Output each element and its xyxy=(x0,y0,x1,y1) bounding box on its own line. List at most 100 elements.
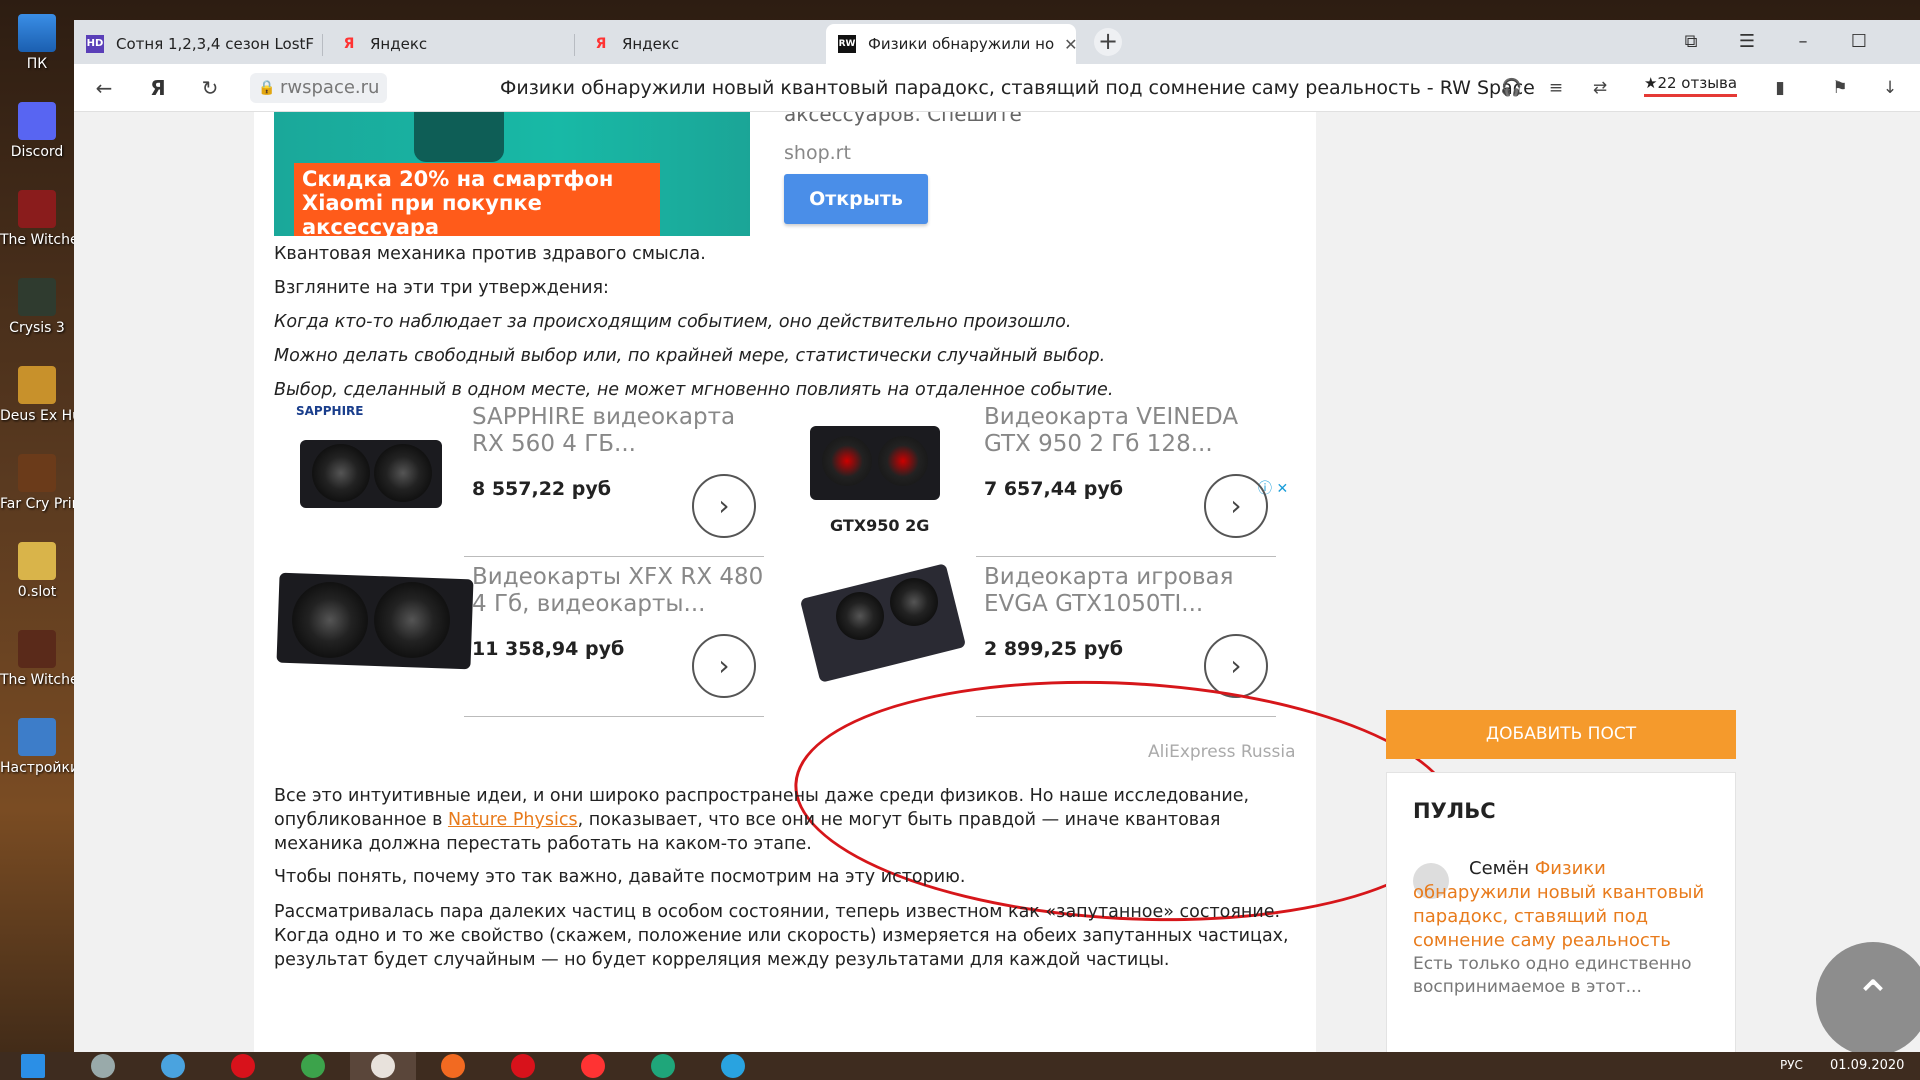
headphones-icon[interactable]: 🎧 xyxy=(1496,72,1528,104)
desktop-icon-slot[interactable]: 0.slot xyxy=(0,542,74,602)
graphics-card-image xyxy=(799,563,967,683)
tab-rwspace[interactable]: RW Физики обнаружили но ✕ xyxy=(826,24,1076,64)
taskbar-app[interactable] xyxy=(140,1052,206,1080)
back-arrow-icon[interactable]: ← xyxy=(88,72,120,104)
tab-yandex-2[interactable]: Я Яндекс xyxy=(580,24,820,64)
clock-date[interactable]: 01.09.2020 xyxy=(1830,1058,1904,1073)
phone-image xyxy=(414,112,504,162)
rwspace-favicon: RW xyxy=(838,35,856,53)
desktop-icon-label: Deus Ex Human R xyxy=(0,408,74,424)
ad-product-price: 11 358,94 руб xyxy=(472,638,625,660)
deus-ex-icon xyxy=(18,366,56,404)
opera-gx-icon xyxy=(511,1054,535,1078)
pulse-post-link[interactable]: Физики обнаружили новый квантовый парадо… xyxy=(1413,858,1704,951)
minimize-icon[interactable]: – xyxy=(1780,26,1826,58)
desktop-icon-settings[interactable]: Настройки 4 xyxy=(0,718,74,778)
chevron-right-icon[interactable]: › xyxy=(1204,634,1268,698)
fan-image xyxy=(374,582,450,658)
desktop-icon-label: Far Cry Prim xyxy=(0,496,74,512)
lock-icon: 🔒 xyxy=(258,80,276,96)
pulse-entry: Семён Физики обнаружили новый квантовый … xyxy=(1413,857,1723,953)
crysis-icon xyxy=(18,278,56,316)
divider xyxy=(464,716,764,717)
download-icon[interactable]: ↓ xyxy=(1874,72,1906,104)
tab-yandex-1[interactable]: Я Яндекс xyxy=(328,24,568,64)
scroll-to-top-button[interactable]: ⌃ xyxy=(1816,942,1920,1052)
bookmark-icon[interactable]: ▮ xyxy=(1764,72,1796,104)
ad-product-card[interactable]: Видеокарты XFX RX 480 4 Гб, видеокарты..… xyxy=(266,556,786,717)
tab-label: Сотня 1,2,3,4 сезон LostFil xyxy=(116,35,314,53)
fan-image xyxy=(292,582,368,658)
ad-banner-image[interactable]: Скидка 20% на смартфон Xiaomi при покупк… xyxy=(274,112,750,236)
desktop-icon-witcher[interactable]: The Witcher Wild Hun xyxy=(0,190,74,250)
language-indicator[interactable]: РУС xyxy=(1780,1058,1803,1072)
start-button[interactable] xyxy=(0,1052,66,1080)
product-thumbnail xyxy=(778,556,978,706)
desktop-icon-crysis[interactable]: Crysis 3 xyxy=(0,278,74,338)
bookmarks-icon[interactable]: ⧉ xyxy=(1668,26,1714,58)
fan-image xyxy=(890,578,938,626)
taskbar-app[interactable] xyxy=(420,1052,486,1080)
ad-product-price: 2 899,25 руб xyxy=(984,638,1124,660)
paragraph: Чтобы понять, почему это так важно, дава… xyxy=(274,867,966,887)
taskbar-app[interactable] xyxy=(630,1052,696,1080)
desktop-icon-label: ПК xyxy=(26,56,48,72)
maximize-icon[interactable]: ☐ xyxy=(1836,26,1882,58)
translate-icon[interactable]: ⇄ xyxy=(1584,72,1616,104)
desktop-icon-witcher-assassins[interactable]: The Witcher - Assassin xyxy=(0,630,74,690)
tab-separator xyxy=(322,34,323,56)
firefox-icon xyxy=(441,1054,465,1078)
reload-icon[interactable]: ↻ xyxy=(194,72,226,104)
taskbar-app[interactable] xyxy=(560,1052,626,1080)
desktop-icon-far-cry[interactable]: Far Cry Prim xyxy=(0,454,74,514)
tab-label: Физики обнаружили но xyxy=(868,35,1055,53)
address-bar[interactable]: 🔒 rwspace.ru xyxy=(250,73,388,103)
add-post-button[interactable]: ДОБАВИТЬ ПОСТ xyxy=(1386,710,1736,759)
chevron-right-icon[interactable]: › xyxy=(692,634,756,698)
paragraph: Рассматривалась пара далеких частиц в ос… xyxy=(274,902,1289,970)
reviews-badge[interactable]: ★22 отзыва xyxy=(1644,74,1738,97)
pulse-title: ПУЛЬС xyxy=(1413,799,1496,823)
page-title: Физики обнаружили новый квантовый парадо… xyxy=(500,77,1535,99)
nature-physics-link[interactable]: Nature Physics xyxy=(448,810,578,830)
desktop-icon-label: The Witcher Wild Hun xyxy=(0,232,74,248)
taskbar-app[interactable] xyxy=(700,1052,766,1080)
pulse-widget: ПУЛЬС Семён Физики обнаружили новый кван… xyxy=(1386,772,1736,1052)
chevron-right-icon[interactable]: › xyxy=(692,474,756,538)
taskbar-app[interactable] xyxy=(70,1052,136,1080)
tab-label: Яндекс xyxy=(370,35,428,53)
reviews-label: ★22 отзыва xyxy=(1644,74,1738,92)
ad-promo-text: Скидка 20% на смартфон Xiaomi при покупк… xyxy=(294,163,660,236)
yandex-home-icon[interactable]: Я xyxy=(142,72,174,104)
quote-statement: Можно делать свободный выбор или, по кра… xyxy=(274,346,1106,366)
taskbar-app[interactable] xyxy=(490,1052,556,1080)
ad-open-button[interactable]: Открыть xyxy=(784,174,928,224)
desktop-icon-deus-ex[interactable]: Deus Ex Human R xyxy=(0,366,74,426)
pulse-author[interactable]: Семён xyxy=(1469,858,1529,879)
yandex-browser-icon xyxy=(371,1054,395,1078)
new-tab-button[interactable]: + xyxy=(1094,28,1122,56)
tab-lostfilm[interactable]: HD Сотня 1,2,3,4 сезон LostFil xyxy=(74,24,314,64)
address-toolbar: ← Я ↻ 🔒 rwspace.ru Физики обнаружили нов… xyxy=(74,64,1920,112)
paragraph: Взгляните на эти три утверждения: xyxy=(274,278,609,298)
taskbar-app[interactable] xyxy=(210,1052,276,1080)
taskbar-app-yandex[interactable] xyxy=(350,1052,416,1080)
paragraph: Все это интуитивные идеи, и они широко р… xyxy=(274,784,1294,856)
taskbar: РУС 01.09.2020 xyxy=(0,1052,1920,1080)
ad-product-card[interactable]: SAPPHIRE SAPPHIRE видеокарта RX 560 4 ГБ… xyxy=(266,396,786,557)
fan-image xyxy=(374,444,432,502)
chevron-right-icon[interactable]: › xyxy=(1204,474,1268,538)
taskbar-app[interactable] xyxy=(280,1052,346,1080)
ad-product-card[interactable]: GTX950 2G Видеокарта VEINEDA GTX 950 2 Г… xyxy=(778,396,1298,557)
close-tab-icon[interactable]: ✕ xyxy=(1064,35,1076,54)
desktop-icon-discord[interactable]: Discord xyxy=(0,102,74,162)
discord-icon xyxy=(18,102,56,140)
desktop-icon-pc[interactable]: ПК xyxy=(0,14,74,74)
computer-icon xyxy=(18,14,56,52)
windows-icon xyxy=(21,1054,45,1078)
extensions-icon[interactable]: ⚑ xyxy=(1824,72,1856,104)
reader-mode-icon[interactable]: ≡ xyxy=(1540,72,1572,104)
product-thumbnail: GTX950 2G xyxy=(778,396,978,546)
menu-icon[interactable]: ☰ xyxy=(1724,26,1770,58)
paragraph: Квантовая механика против здравого смысл… xyxy=(274,244,706,264)
